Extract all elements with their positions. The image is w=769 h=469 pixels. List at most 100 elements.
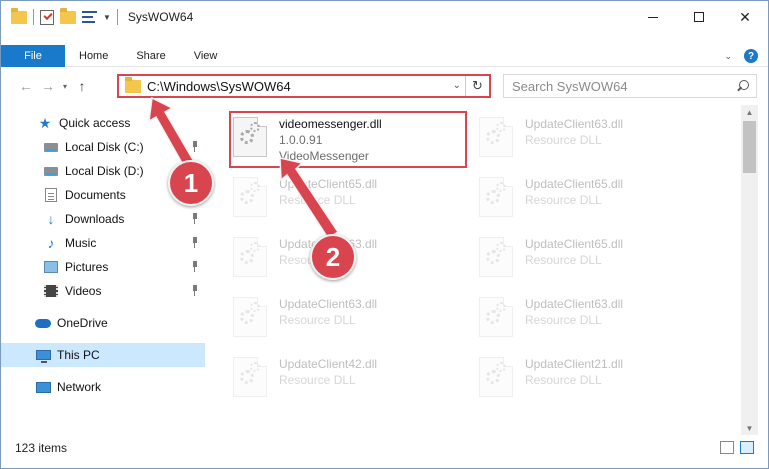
sidebar-item-downloads[interactable]: ↓ Downloads	[1, 207, 205, 231]
vertical-scrollbar[interactable]: ▲ ▼	[741, 105, 758, 435]
tab-share[interactable]: Share	[122, 45, 179, 67]
file-name: UpdateClient63.dll	[525, 297, 624, 311]
star-icon: ★	[38, 114, 52, 131]
view-switcher	[720, 441, 754, 454]
new-folder-icon[interactable]	[60, 7, 76, 24]
tab-file[interactable]: File	[1, 44, 65, 67]
recent-locations-icon[interactable]: ▾	[59, 82, 71, 91]
dll-file-icon	[479, 357, 513, 397]
cloud-icon	[35, 315, 51, 331]
pin-icon	[191, 237, 199, 248]
file-name: UpdateClient42.dll	[279, 357, 378, 371]
tab-home[interactable]: Home	[65, 45, 122, 67]
file-name: UpdateClient21.dll	[525, 357, 624, 371]
dll-file-icon	[479, 297, 513, 337]
scroll-up-icon[interactable]: ▲	[741, 105, 758, 119]
computer-icon	[35, 347, 51, 363]
address-path[interactable]: C:\Windows\SysWOW64	[147, 79, 291, 94]
refresh-button[interactable]: ↻	[465, 76, 489, 96]
file-item[interactable]: UpdateClient42.dll Resource DLL	[213, 349, 453, 403]
scroll-down-icon[interactable]: ▼	[741, 421, 758, 435]
maximize-icon	[694, 12, 704, 22]
address-dropdown-icon[interactable]: ⌄	[453, 80, 461, 91]
sidebar-item-label: Quick access	[59, 116, 131, 130]
sidebar-item-pictures[interactable]: Pictures	[1, 255, 205, 279]
sidebar-item-music[interactable]: ♪ Music	[1, 231, 205, 255]
sidebar-item-network[interactable]: Network	[1, 375, 205, 399]
sidebar-item-label: Local Disk (C:)	[65, 140, 144, 154]
dll-file-icon	[233, 237, 267, 277]
sidebar-item-local-disk-c[interactable]: Local Disk (C:)	[1, 135, 205, 159]
file-item[interactable]: UpdateClient65.dll Resource DLL	[459, 229, 699, 283]
sidebar-item-videos[interactable]: Videos	[1, 279, 205, 303]
search-icon	[736, 80, 749, 92]
forward-button[interactable]: →	[37, 75, 59, 97]
file-item[interactable]: UpdateClient63.dll Resource DLL	[459, 289, 699, 343]
ribbon-tabs: File Home Share View ⌄ ?	[1, 44, 768, 67]
sidebar-item-onedrive[interactable]: OneDrive	[1, 311, 205, 335]
file-name: UpdateClient63.dll	[279, 297, 378, 311]
tab-view[interactable]: View	[180, 45, 232, 67]
file-item[interactable]: UpdateClient65.dll Resource DLL	[459, 169, 699, 223]
toolbar-separator	[33, 9, 34, 25]
navigation-bar: ← → ▾ ↑ C:\Windows\SysWOW64 ⌄ ↻ Search S…	[1, 71, 768, 101]
file-name: UpdateClient65.dll	[525, 237, 624, 251]
maximize-button[interactable]	[676, 1, 722, 33]
pictures-icon	[43, 259, 59, 275]
back-button[interactable]: ←	[15, 75, 37, 97]
close-button[interactable]: ✕	[722, 1, 768, 33]
pin-icon	[191, 285, 199, 296]
pin-icon	[191, 261, 199, 272]
file-description: Resource DLL	[525, 133, 602, 147]
window-controls: ✕	[630, 1, 768, 33]
ribbon-right-controls: ⌄ ?	[724, 45, 758, 67]
sidebar-item-label: Network	[57, 380, 102, 394]
sidebar-item-this-pc[interactable]: This PC	[1, 343, 205, 367]
ribbon-expand-icon[interactable]: ⌄	[724, 51, 732, 62]
sidebar-item-label: Local Disk (D:)	[65, 164, 144, 178]
up-button[interactable]: ↑	[71, 75, 93, 97]
file-description: Resource DLL	[279, 193, 356, 207]
address-bar[interactable]: C:\Windows\SysWOW64 ⌄ ↻	[117, 74, 491, 98]
search-input[interactable]: Search SysWOW64	[512, 79, 628, 94]
properties-list-icon[interactable]	[82, 10, 97, 24]
file-item[interactable]: UpdateClient63.dll Resource DLL	[213, 289, 453, 343]
sidebar-item-label: OneDrive	[57, 316, 108, 330]
close-icon: ✕	[739, 8, 751, 25]
item-count: 123 items	[15, 441, 68, 455]
details-view-icon[interactable]	[720, 441, 734, 454]
folder-icon[interactable]	[11, 7, 27, 24]
pin-icon	[191, 141, 199, 152]
file-item[interactable]: UpdateClient63.dll Resource DLL	[459, 109, 699, 163]
file-name: UpdateClient65.dll	[279, 177, 378, 191]
dll-file-icon	[233, 297, 267, 337]
status-bar: 123 items	[1, 437, 768, 459]
sidebar-item-label: This PC	[57, 348, 100, 362]
documents-icon	[43, 187, 59, 203]
file-item[interactable]: UpdateClient21.dll Resource DLL	[459, 349, 699, 403]
tiles-view-icon[interactable]	[740, 441, 754, 454]
pin-icon	[191, 213, 199, 224]
sidebar-item-quick-access[interactable]: ★ Quick access	[1, 111, 205, 135]
dll-file-icon	[233, 177, 267, 217]
file-description: Resource DLL	[279, 313, 356, 327]
sidebar-item-label: Pictures	[65, 260, 109, 274]
title-separator	[116, 9, 118, 25]
sidebar-item-label: Videos	[65, 284, 102, 298]
search-box[interactable]: Search SysWOW64	[503, 74, 757, 98]
file-description: Resource DLL	[525, 253, 602, 267]
address-folder-icon	[125, 76, 141, 93]
minimize-button[interactable]	[630, 1, 676, 33]
file-description: Resource DLL	[525, 193, 602, 207]
file-item[interactable]: UpdateClient65.dll Resource DLL	[213, 169, 453, 223]
sidebar-item-label: Documents	[65, 188, 126, 202]
file-description: Resource DLL	[279, 373, 356, 387]
dll-file-icon	[479, 177, 513, 217]
highlight-box-file	[229, 111, 467, 168]
scroll-thumb[interactable]	[743, 121, 756, 173]
sidebar-item-label: Downloads	[65, 212, 125, 226]
network-icon	[35, 379, 51, 395]
help-icon[interactable]: ?	[744, 49, 758, 63]
qat-dropdown-icon[interactable]: ▼	[103, 13, 111, 22]
properties-check-icon[interactable]	[40, 9, 54, 25]
